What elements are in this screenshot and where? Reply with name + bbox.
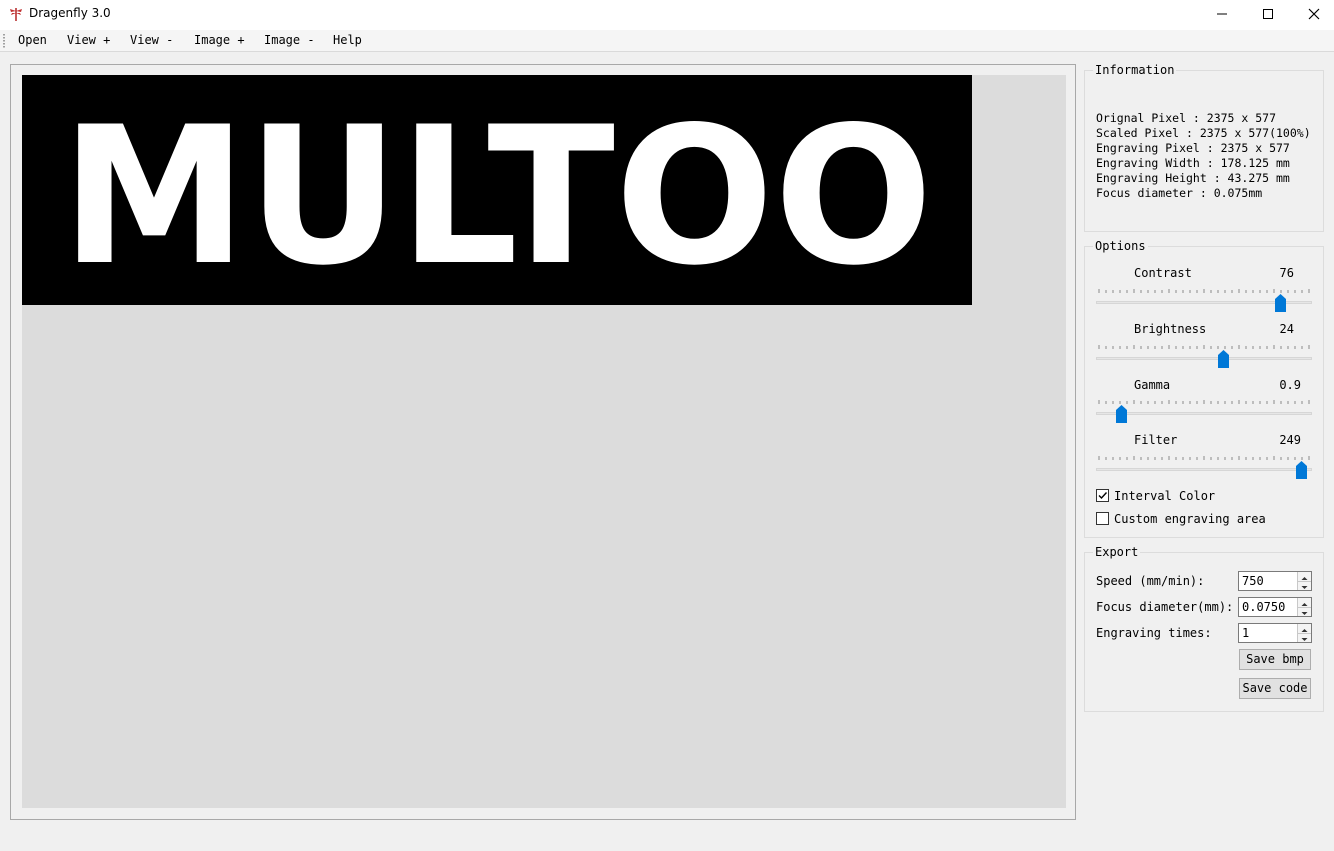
minimize-button[interactable]	[1198, 0, 1244, 30]
custom-engraving-area-label[interactable]: Custom engraving area	[1114, 512, 1266, 526]
interval-color-checkbox[interactable]	[1096, 489, 1109, 502]
preview-image-graphic: MULTOO	[61, 86, 933, 305]
brightness-slider-thumb[interactable]	[1218, 350, 1229, 368]
menu-bar: Open View + View - Image + Image - Help	[0, 30, 1334, 52]
export-title: Export	[1093, 545, 1141, 559]
contrast-value: 76	[1279, 266, 1294, 280]
brightness-value: 24	[1279, 322, 1294, 336]
speed-label: Speed (mm/min):	[1096, 574, 1205, 588]
minimize-icon	[1217, 13, 1227, 15]
speed-spin-buttons	[1297, 572, 1311, 590]
menu-image-plus[interactable]: Image +	[194, 33, 245, 47]
gamma-label: Gamma	[1134, 378, 1171, 392]
spin-up-icon[interactable]	[1298, 572, 1311, 581]
save-bmp-button[interactable]: Save bmp	[1239, 649, 1311, 670]
preview-image[interactable]: MULTOO	[22, 75, 972, 305]
focus-diameter-value[interactable]: 0.0750	[1242, 600, 1285, 614]
info-scaled-pixel: Scaled Pixel : 2375 x 577(100%)	[1096, 126, 1311, 140]
contrast-slider-thumb[interactable]	[1275, 294, 1287, 312]
engraving-times-value[interactable]: 1	[1242, 626, 1249, 640]
info-engraving-pixel: Engraving Pixel : 2375 x 577	[1096, 141, 1290, 155]
contrast-label: Contrast	[1134, 266, 1192, 280]
options-title: Options	[1093, 239, 1148, 253]
gamma-value: 0.9	[1279, 378, 1301, 392]
filter-slider[interactable]	[1096, 468, 1312, 471]
gamma-slider-thumb[interactable]	[1115, 405, 1127, 423]
interval-color-label[interactable]: Interval Color	[1114, 489, 1215, 503]
filter-slider-thumb[interactable]	[1295, 461, 1307, 479]
title-bar: Dragenfly 3.0	[0, 0, 1334, 30]
speed-value[interactable]: 750	[1242, 574, 1264, 588]
close-button[interactable]	[1290, 0, 1334, 30]
info-original-pixel: Orignal Pixel : 2375 x 577	[1096, 111, 1277, 125]
save-code-button[interactable]: Save code	[1239, 678, 1311, 699]
focus-spin-buttons	[1297, 598, 1311, 616]
spin-down-icon[interactable]	[1298, 633, 1311, 642]
engraving-times-spinbox[interactable]: 1	[1238, 623, 1312, 643]
maximize-button[interactable]	[1244, 0, 1290, 30]
engraving-times-label: Engraving times:	[1096, 626, 1212, 640]
close-icon	[1308, 8, 1320, 20]
custom-engraving-area-checkbox[interactable]	[1096, 512, 1109, 525]
preview-image-text: MULTOO	[61, 86, 933, 305]
speed-spinbox[interactable]: 750	[1238, 571, 1312, 591]
filter-value: 249	[1279, 433, 1301, 447]
dragonfly-app-icon	[8, 6, 24, 22]
menu-image-minus[interactable]: Image -	[264, 33, 315, 47]
toolbar-grip[interactable]	[3, 34, 5, 48]
gamma-slider[interactable]	[1096, 412, 1312, 415]
window-title: Dragenfly 3.0	[29, 6, 111, 20]
brightness-label: Brightness	[1134, 322, 1207, 336]
menu-view-minus[interactable]: View -	[130, 33, 173, 47]
checkmark-icon	[1098, 492, 1108, 500]
spin-up-icon[interactable]	[1298, 598, 1311, 607]
brightness-slider[interactable]	[1096, 357, 1312, 360]
spin-down-icon[interactable]	[1298, 581, 1311, 590]
menu-view-plus[interactable]: View +	[67, 33, 110, 47]
filter-ticks	[1098, 456, 1310, 460]
filter-label: Filter	[1134, 433, 1178, 447]
brightness-ticks	[1098, 345, 1310, 349]
spin-down-icon[interactable]	[1298, 607, 1311, 616]
info-engraving-width: Engraving Width : 178.125 mm	[1096, 156, 1290, 170]
spin-up-icon[interactable]	[1298, 624, 1311, 633]
menu-help[interactable]: Help	[333, 33, 362, 47]
maximize-icon	[1263, 9, 1273, 19]
information-title: Information	[1093, 63, 1177, 77]
info-focus-diameter: Focus diameter : 0.075mm	[1096, 186, 1263, 200]
focus-diameter-spinbox[interactable]: 0.0750	[1238, 597, 1312, 617]
info-engraving-height: Engraving Height : 43.275 mm	[1096, 171, 1290, 185]
gamma-ticks	[1098, 400, 1310, 404]
times-spin-buttons	[1297, 624, 1311, 642]
menu-open[interactable]: Open	[18, 33, 47, 47]
focus-diameter-label: Focus diameter(mm):	[1096, 600, 1234, 614]
